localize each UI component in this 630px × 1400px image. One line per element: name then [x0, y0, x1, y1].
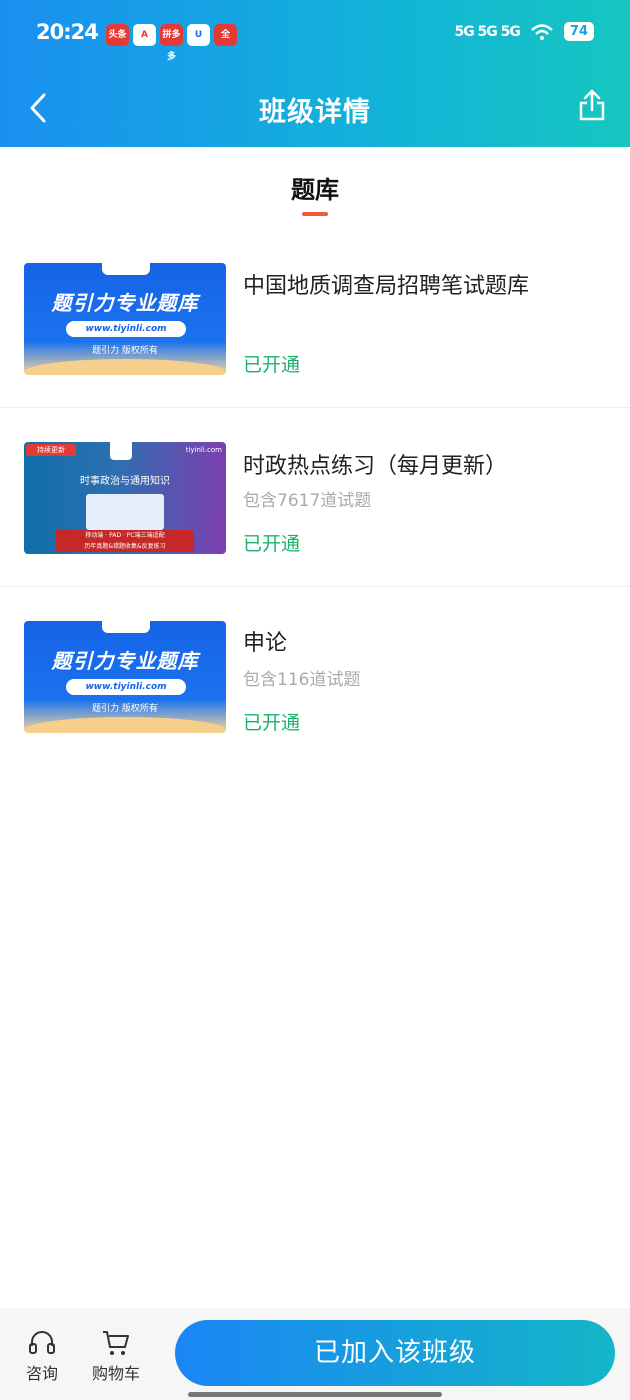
headset-icon — [29, 1331, 55, 1354]
item-status: 已开通 — [243, 712, 301, 734]
header: 20:24 头条 A 拼多多 U 全 5G 5G 5G 74 班级详情 — [0, 0, 630, 147]
u-app-icon: U — [187, 24, 210, 46]
home-indicator — [188, 1392, 442, 1397]
thumbnail-footer-line: 移动端 · PAD · PC端三端适配 — [85, 532, 165, 539]
status-app-icons: 头条 A 拼多多 U 全 — [106, 24, 237, 62]
thumbnail-brand: 题引力专业题库 — [51, 649, 199, 673]
list-item[interactable]: 题引力专业题库 www.tiyinli.com 题引力 版权所有 申论 包含11… — [0, 586, 630, 765]
share-icon[interactable] — [578, 88, 606, 122]
device-mockup — [86, 494, 164, 530]
consult-label: 咨询 — [26, 1364, 59, 1383]
thumbnail-title: 时事政治与通用知识 — [80, 476, 170, 487]
item-status: 已开通 — [243, 354, 301, 376]
joined-class-button[interactable]: 已加入该班级 — [175, 1320, 615, 1386]
status-indicators: 5G 5G 5G 74 — [454, 22, 594, 41]
course-thumbnail: 题引力专业题库 www.tiyinli.com 题引力 版权所有 — [24, 263, 226, 375]
thumbnail-footer: 移动端 · PAD · PC端三端适配 历年真题&错题收集&反复练习 — [56, 530, 194, 552]
item-count: 包含7617道试题 — [243, 491, 372, 511]
thumbnail-brand: 题引力专业题库 — [51, 291, 199, 315]
shopping-app-icon: 拼多多 — [160, 24, 183, 62]
thumbnail-footer-line: 历年真题&错题收集&反复练习 — [84, 543, 166, 550]
logo-icon — [110, 442, 132, 460]
item-title: 中国地质调查局招聘笔试题库 — [243, 274, 530, 299]
status-bar: 20:24 头条 A 拼多多 U 全 5G 5G 5G 74 — [0, 14, 630, 62]
thumbnail-copyright: 题引力 版权所有 — [92, 346, 158, 356]
thumbnail-url: www.tiyinli.com — [66, 321, 186, 337]
thumbnail-site: tiyinli.com — [185, 446, 222, 454]
thumbnail-wave — [24, 359, 226, 375]
item-title: 申论 — [243, 631, 288, 656]
cart-button[interactable]: 购物车 — [92, 1328, 140, 1384]
course-thumbnail: 题引力专业题库 www.tiyinli.com 题引力 版权所有 — [24, 621, 226, 733]
consult-button[interactable]: 咨询 — [26, 1328, 58, 1384]
status-time: 20:24 — [36, 20, 99, 44]
nav-bar: 班级详情 — [0, 78, 630, 138]
list-item[interactable]: 持续更新 tiyinli.com 时事政治与通用知识 移动端 · PAD · P… — [0, 407, 630, 586]
battery-icon: 74 — [563, 22, 594, 41]
thumbnail-wave — [24, 717, 226, 733]
question-bank-list: 题引力专业题库 www.tiyinli.com 题引力 版权所有 中国地质调查局… — [0, 240, 630, 765]
section-tab-underline — [302, 212, 328, 216]
quan-app-icon: 全 — [214, 24, 237, 46]
logo-tab — [102, 621, 150, 633]
item-status: 已开通 — [243, 533, 301, 555]
item-title: 时政热点练习（每月更新） — [243, 454, 508, 479]
news-app-icon: 头条 — [106, 24, 129, 46]
item-count: 包含116道试题 — [243, 670, 361, 690]
cart-label: 购物车 — [92, 1364, 141, 1383]
bottom-bar: 咨询 购物车 已加入该班级 — [0, 1308, 630, 1400]
update-badge: 持续更新 — [26, 444, 76, 456]
signal-icon: 5G 5G 5G — [454, 23, 520, 40]
section-tab-question-bank[interactable]: 题库 — [0, 170, 630, 205]
page-title: 班级详情 — [259, 97, 371, 128]
wifi-icon — [531, 23, 553, 40]
shopping-cart-icon — [103, 1331, 129, 1355]
a-app-icon: A — [133, 24, 156, 46]
thumbnail-copyright: 题引力 版权所有 — [92, 704, 158, 714]
list-item[interactable]: 题引力专业题库 www.tiyinli.com 题引力 版权所有 中国地质调查局… — [0, 240, 630, 407]
course-thumbnail: 持续更新 tiyinli.com 时事政治与通用知识 移动端 · PAD · P… — [24, 442, 226, 554]
logo-tab — [102, 263, 150, 275]
thumbnail-url: www.tiyinli.com — [66, 679, 186, 695]
